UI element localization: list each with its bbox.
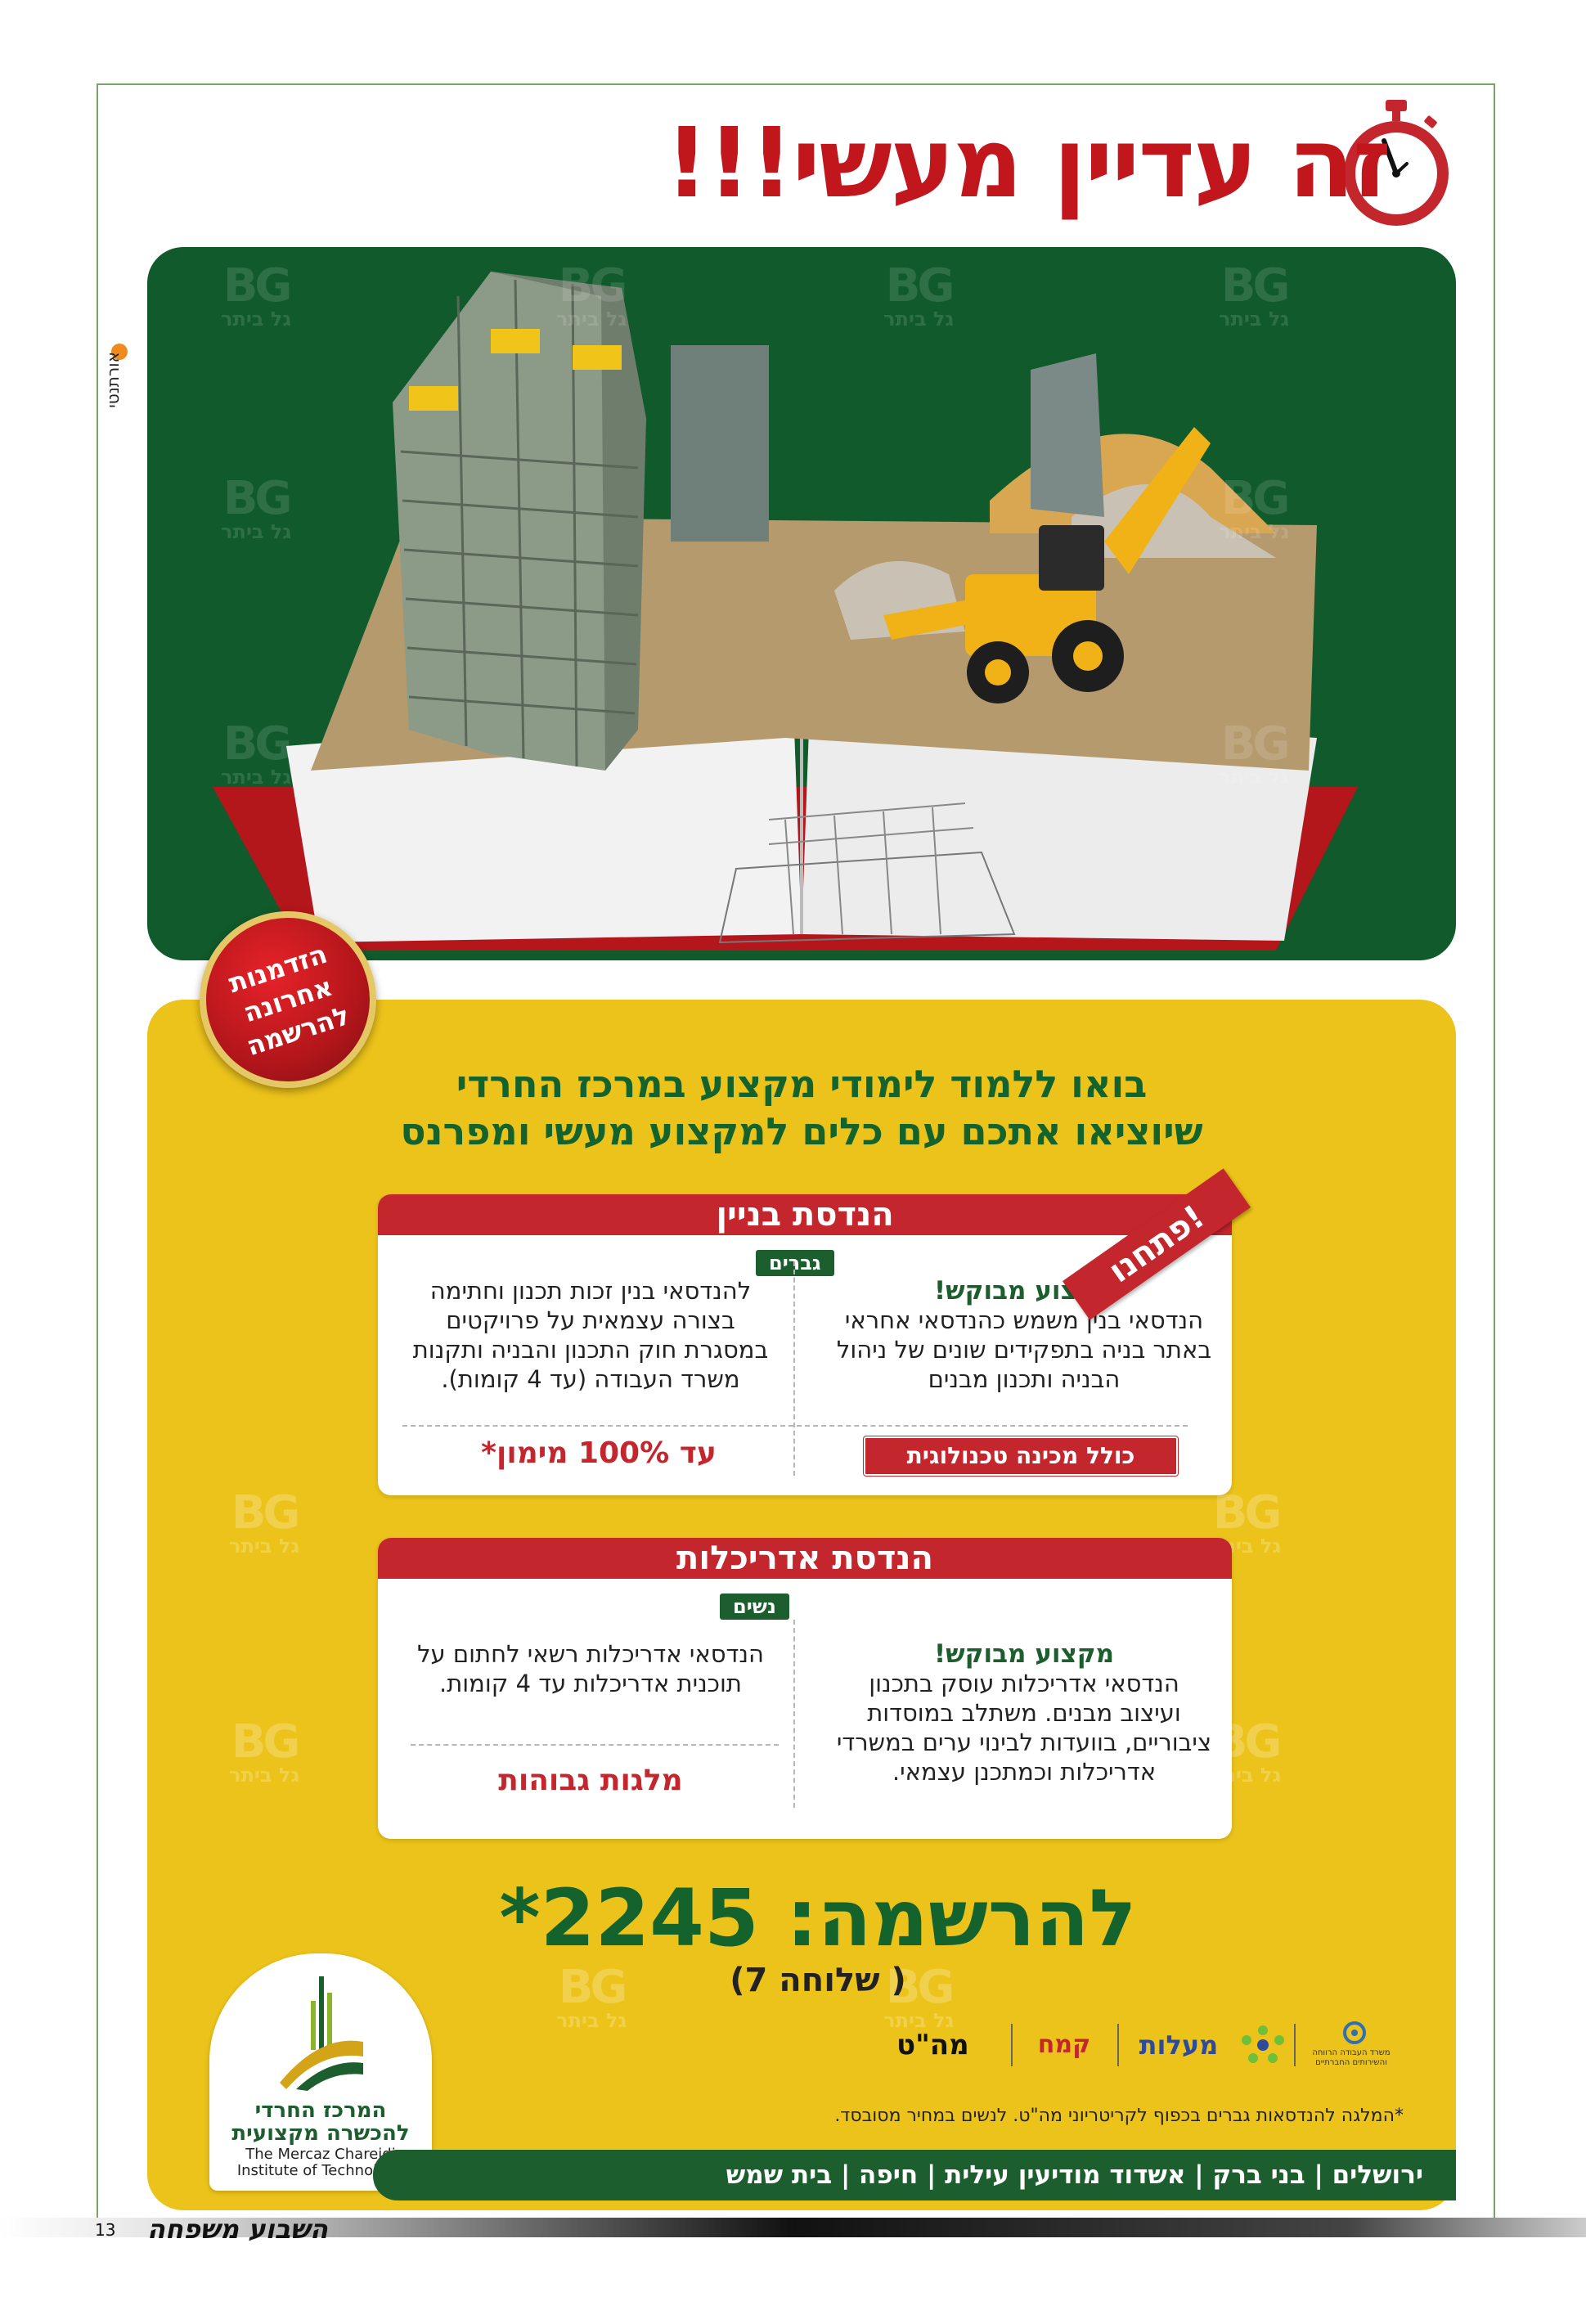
watermark: BG גל ביתר: [1219, 259, 1290, 330]
civil-rights-column: להנדסאי בנין זכות תכנון וחתימה בצורה עצמ…: [402, 1276, 779, 1394]
ministry-emblem-icon: [1343, 2021, 1366, 2044]
intro-line-1: בואו ללמוד לימודי מקצוע במרכז החרדי: [456, 1062, 1148, 1106]
partner-star-icon: [1242, 2025, 1284, 2063]
arch-demand-column: מקצוע מבוקש! הנדסאי אדריכלות עוסק בתכנון…: [836, 1639, 1212, 1787]
arch-demand-heading: מקצוע מבוקש!: [933, 1639, 1115, 1669]
architecture-card: הנדסת אדריכלות נשים מקצוע מבוקש! הנדסאי …: [378, 1538, 1232, 1839]
footnote: *המלגה להנדסאות גברים בכפוף לקריטריוני מ…: [834, 2106, 1404, 2126]
side-tag: אורתנטי: [103, 352, 123, 408]
registration-number: להרשמה: 2245*: [499, 1872, 1137, 1964]
partner-logo: מעלות: [1139, 2030, 1219, 2061]
civil-demand-text: הנדסאי בנין משמש כהנדסאי אחראי באתר בניה…: [836, 1306, 1212, 1393]
locations-bar: ירושלים | בני ברק | אשדוד מודיעין עילית …: [373, 2150, 1456, 2200]
audience-badge: נשים: [720, 1594, 789, 1620]
civil-demand-heading: מקצוע מבוקש!: [933, 1276, 1115, 1306]
watermark: BG גל ביתר: [221, 472, 292, 543]
watermark: BG גל ביתר: [1219, 472, 1290, 543]
watermark: BG גל ביתר: [221, 259, 292, 330]
locations-text: ירושלים | בני ברק | אשדוד מודיעין עילית …: [726, 2160, 1423, 2190]
civil-rights-text: להנדסאי בנין זכות תכנון וחתימה בצורה עצמ…: [412, 1277, 769, 1393]
arch-card-title: הנדסת אדריכלות: [378, 1538, 1232, 1579]
watermark: BG גל ביתר: [229, 1486, 300, 1558]
construction-book-illustration: [213, 272, 1358, 951]
headline: זה עדיין מעשי!!!: [664, 106, 1391, 219]
logo-hebrew-name: המרכז החרדי להכשרה מקצועית: [231, 2098, 410, 2146]
civil-engineering-card: הנדסת בניין גברים מקצוע מבוקש! הנדסאי בנ…: [378, 1194, 1232, 1495]
intro-line-2: שיוציאו אתכם עם כלים למקצוע מעשי ומפרנס: [400, 1109, 1203, 1153]
partner-logo: מה"ט: [896, 2029, 969, 2061]
watermark: BG גל ביתר: [556, 259, 627, 330]
civil-card-title: הנדסת בניין: [378, 1194, 1232, 1235]
arch-rights-text: הנדסאי אדריכלות רשאי לחתום על תוכנית אדר…: [417, 1640, 764, 1697]
tech-prep-box: כולל מכינה טכנולוגית: [864, 1436, 1178, 1476]
watermark: BG גל ביתר: [883, 259, 955, 330]
watermark: BG גל ביתר: [1219, 717, 1290, 789]
funding-label: עד 100% מימון*: [481, 1436, 717, 1470]
partner-logo: קמח: [1037, 2030, 1091, 2059]
institute-logo-icon: [280, 1976, 363, 2091]
partner-logos: מה"ט קמח מעלות משרד העבודה הרווחה והשירו…: [896, 2021, 1397, 2070]
partner-logo: משרד העבודה הרווחה והשירותים החברתיים: [1312, 2048, 1391, 2067]
scholarship-label: מלגות גבוהות: [498, 1764, 683, 1797]
page-number: 13: [95, 2220, 116, 2240]
watermark: BG גל ביתר: [221, 717, 292, 789]
registration-extension: ( שלוחה 7): [730, 1962, 906, 1999]
civil-demand-column: מקצוע מבוקש! הנדסאי בנין משמש כהנדסאי אח…: [836, 1276, 1212, 1394]
intro-text: בואו ללמוד לימודי מקצוע במרכז החרדי שיוצ…: [327, 1060, 1276, 1155]
publication-logo: השבוע משפחה: [147, 2214, 329, 2245]
arch-demand-text: הנדסאי אדריכלות עוסק בתכנון ועיצוב מבנים…: [836, 1670, 1212, 1786]
hero-panel: BG גל ביתר BG גל ביתר BG גל ביתר BG גל ביתר …: [147, 247, 1456, 960]
watermark: BG גל ביתר: [229, 1715, 300, 1787]
arch-rights-column: הנדסאי אדריכלות רשאי לחתום על תוכנית אדר…: [411, 1639, 771, 1698]
